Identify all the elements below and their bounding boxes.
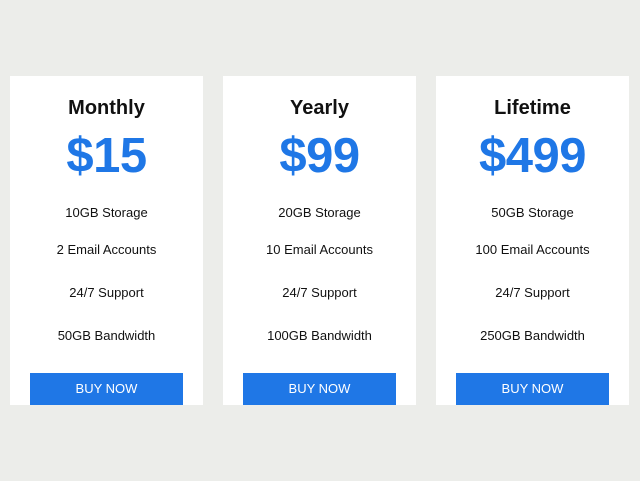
feature-bandwidth: 100GB Bandwidth [267, 328, 372, 343]
feature-support: 24/7 Support [495, 285, 570, 300]
feature-support: 24/7 Support [69, 285, 144, 300]
pricing-card-yearly: Yearly $99 20GB Storage 10 Email Account… [223, 76, 416, 405]
buy-now-button-lifetime[interactable]: BUY NOW [456, 373, 609, 405]
feature-bandwidth: 250GB Bandwidth [480, 328, 585, 343]
plan-price: $499 [478, 129, 587, 183]
feature-support: 24/7 Support [282, 285, 357, 300]
plan-name: Yearly [290, 97, 349, 119]
buy-now-button-monthly[interactable]: BUY NOW [30, 373, 183, 405]
plan-price: $15 [66, 129, 147, 183]
pricing-card-lifetime: Lifetime $499 50GB Storage 100 Email Acc… [436, 76, 629, 405]
feature-email-accounts: 100 Email Accounts [475, 242, 590, 257]
plan-name: Lifetime [494, 97, 571, 119]
feature-storage: 10GB Storage [65, 205, 148, 220]
pricing-page: Monthly $15 10GB Storage 2 Email Account… [0, 0, 640, 481]
feature-storage: 50GB Storage [491, 205, 574, 220]
pricing-card-monthly: Monthly $15 10GB Storage 2 Email Account… [10, 76, 203, 405]
plan-name: Monthly [68, 97, 145, 119]
feature-storage: 20GB Storage [278, 205, 361, 220]
feature-bandwidth: 50GB Bandwidth [57, 328, 156, 343]
plan-price: $99 [279, 129, 360, 183]
feature-email-accounts: 10 Email Accounts [266, 242, 373, 257]
feature-email-accounts: 2 Email Accounts [56, 242, 157, 257]
buy-now-button-yearly[interactable]: BUY NOW [243, 373, 396, 405]
